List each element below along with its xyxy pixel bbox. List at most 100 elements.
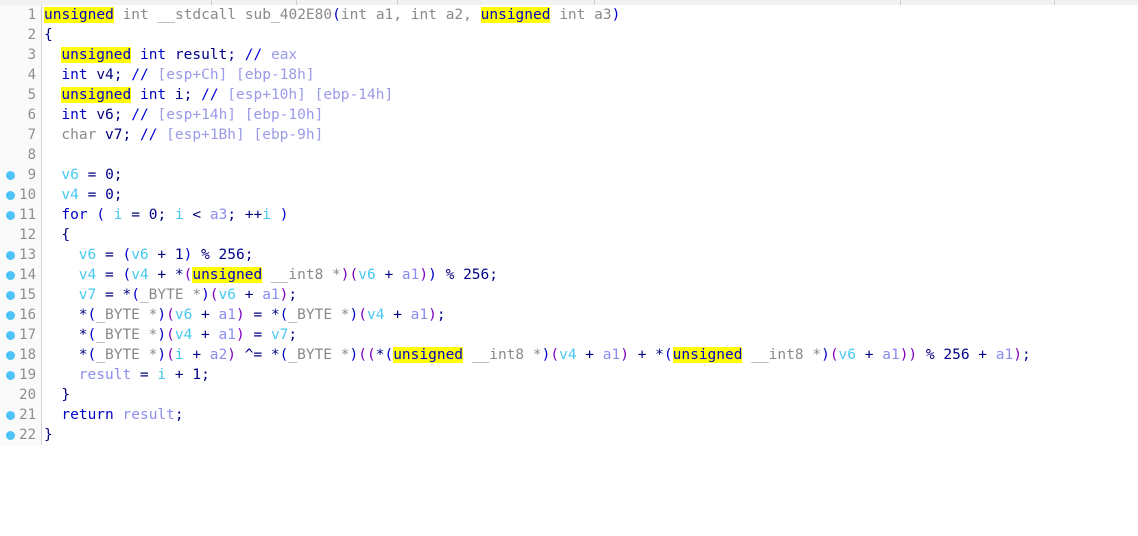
line-gutter[interactable]: 9 — [0, 165, 42, 185]
code-line[interactable]: 18 *(_BYTE *)(i + a2) ^= *(_BYTE *)((*(un… — [0, 345, 1138, 365]
code-line-content[interactable]: *(_BYTE *)(v4 + a1) = v7; — [44, 325, 297, 345]
code-line[interactable]: 14 v4 = (v4 + *(unsigned __int8 *)(v6 + a… — [0, 265, 1138, 285]
line-gutter[interactable]: 19 — [0, 365, 42, 385]
code-line-content[interactable]: } — [44, 385, 70, 405]
code-line[interactable]: 1 unsigned int __stdcall sub_402E80(int a… — [0, 5, 1138, 25]
code-line[interactable]: 5 unsigned int i; // [esp+10h] [ebp-14h] — [0, 85, 1138, 105]
code-line[interactable]: 8 — [0, 145, 1138, 165]
code-token: ) — [201, 287, 210, 303]
line-gutter[interactable]: 3 — [0, 45, 42, 65]
code-line-content[interactable]: for ( i = 0; i < a3; ++i ) — [44, 205, 288, 225]
code-token: 0 — [105, 167, 114, 183]
code-token: // — [131, 67, 149, 83]
line-gutter[interactable]: 21 — [0, 405, 42, 425]
code-line-content[interactable]: int v4; // [esp+Ch] [ebp-18h] — [44, 65, 314, 85]
code-line[interactable]: 17 *(_BYTE *)(v4 + a1) = v7; — [0, 325, 1138, 345]
line-gutter[interactable]: 14 — [0, 265, 42, 285]
line-gutter[interactable]: 4 — [0, 65, 42, 85]
code-token: unsigned — [672, 347, 743, 363]
code-line[interactable]: 21 return result; — [0, 405, 1138, 425]
code-line-content[interactable]: return result; — [44, 405, 184, 425]
code-token: + — [236, 287, 263, 303]
code-line-content[interactable]: v4 = (v4 + *(unsigned __int8 *)(v6 + a1)… — [44, 265, 498, 285]
code-token: } — [61, 387, 71, 403]
code-token: unsigned — [480, 7, 551, 23]
code-line-content[interactable]: char v7; // [esp+1Bh] [ebp-9h] — [44, 125, 323, 145]
code-token: + — [192, 307, 219, 323]
line-gutter[interactable]: 17 — [0, 325, 42, 345]
code-line[interactable]: 19 result = i + 1; — [0, 365, 1138, 385]
line-gutter[interactable]: 11 — [0, 205, 42, 225]
code-token: v7 — [78, 287, 97, 303]
line-gutter[interactable]: 12 — [0, 225, 42, 245]
code-line-content[interactable]: unsigned int __stdcall sub_402E80(int a1… — [44, 5, 620, 25]
code-token: ( — [366, 347, 376, 363]
code-line-content[interactable]: } — [44, 425, 53, 445]
line-gutter[interactable]: 22 — [0, 425, 42, 445]
code-token: int — [61, 107, 88, 123]
code-line-content[interactable]: int v6; // [esp+14h] [ebp-10h] — [44, 105, 323, 125]
code-line[interactable]: 16 *(_BYTE *)(v6 + a1) = *(_BYTE *)(v4 + … — [0, 305, 1138, 325]
line-gutter[interactable]: 1 — [0, 5, 42, 25]
line-gutter[interactable]: 5 — [0, 85, 42, 105]
code-line[interactable]: 11 for ( i = 0; i < a3; ++i ) — [0, 205, 1138, 225]
code-line-content[interactable]: unsigned int i; // [esp+10h] [ebp-14h] — [44, 85, 393, 105]
code-token: + — [166, 367, 193, 383]
code-line[interactable]: 7 char v7; // [esp+1Bh] [ebp-9h] — [0, 125, 1138, 145]
line-gutter[interactable]: 16 — [0, 305, 42, 325]
line-gutter[interactable]: 8 — [0, 145, 42, 165]
pseudocode-editor[interactable]: 1 unsigned int __stdcall sub_402E80(int a… — [0, 5, 1138, 536]
code-line-content[interactable]: v4 = 0; — [44, 185, 122, 205]
code-token: [esp+10h] [ebp-14h] — [218, 87, 394, 103]
code-token: v6 — [838, 347, 857, 363]
code-line-content[interactable]: v7 = *(_BYTE *)(v6 + a1); — [44, 285, 297, 305]
code-line[interactable]: 6 int v6; // [esp+14h] [ebp-10h] — [0, 105, 1138, 125]
code-line-content[interactable]: unsigned int result; // eax — [44, 45, 297, 65]
code-token: ; — [288, 327, 298, 343]
code-line-content[interactable]: v6 = 0; — [44, 165, 122, 185]
code-line-content[interactable]: result = i + 1; — [44, 365, 210, 385]
code-token: int — [340, 7, 368, 23]
code-line[interactable]: 13 v6 = (v6 + 1) % 256; — [0, 245, 1138, 265]
line-gutter[interactable]: 20 — [0, 385, 42, 405]
line-gutter[interactable]: 6 — [0, 105, 42, 125]
code-token: i — [157, 367, 167, 383]
code-line-content[interactable]: *(_BYTE *)(v6 + a1) = *(_BYTE *)(v4 + a1… — [44, 305, 446, 325]
code-line-content[interactable]: { — [44, 25, 53, 45]
code-line-content[interactable]: v6 = (v6 + 1) % 256; — [44, 245, 254, 265]
code-token: = — [131, 367, 158, 383]
code-token: * — [78, 327, 88, 343]
code-line[interactable]: 22} — [0, 425, 1138, 445]
code-token: ; — [1021, 347, 1031, 363]
line-gutter[interactable]: 2 — [0, 25, 42, 45]
code-token: + — [384, 307, 411, 323]
line-gutter[interactable]: 13 — [0, 245, 42, 265]
code-line[interactable]: 15 v7 = *(_BYTE *)(v6 + a1); — [0, 285, 1138, 305]
code-token: ) — [428, 267, 437, 283]
code-line-content[interactable]: { — [44, 225, 70, 245]
line-gutter[interactable]: 15 — [0, 285, 42, 305]
code-line[interactable]: 9 v6 = 0; — [0, 165, 1138, 185]
code-line[interactable]: 12 { — [0, 225, 1138, 245]
line-gutter[interactable]: 10 — [0, 185, 42, 205]
code-line[interactable]: 4 int v4; // [esp+Ch] [ebp-18h] — [0, 65, 1138, 85]
code-token: ; — [201, 367, 210, 383]
code-token: = — [78, 167, 106, 183]
line-number: 12 — [19, 227, 36, 243]
code-token: * — [803, 347, 822, 363]
code-line[interactable]: 20} — [0, 385, 1138, 405]
code-line-content[interactable]: *(_BYTE *)(i + a2) ^= *(_BYTE *)((*(unsi… — [44, 345, 1031, 365]
code-token: ; — [113, 67, 123, 83]
code-line[interactable]: 2{ — [0, 25, 1138, 45]
line-gutter[interactable]: 18 — [0, 345, 42, 365]
code-line[interactable]: 3 unsigned int result; // eax — [0, 45, 1138, 65]
line-gutter[interactable]: 7 — [0, 125, 42, 145]
code-line[interactable]: 10 v4 = 0; — [0, 185, 1138, 205]
code-token: ; — [157, 207, 175, 223]
code-token: int — [139, 87, 167, 103]
code-token: __int8 — [751, 347, 804, 363]
code-token: ; — [174, 407, 184, 423]
